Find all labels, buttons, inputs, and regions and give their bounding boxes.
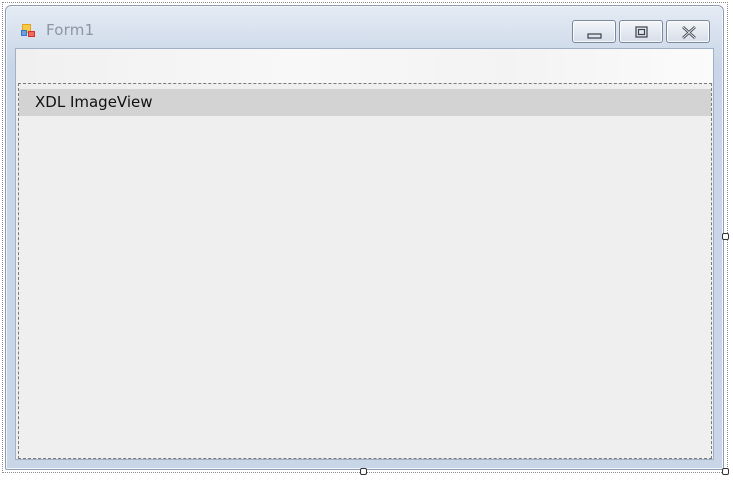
resize-handle-corner[interactable] — [722, 468, 729, 475]
close-button[interactable] — [666, 20, 710, 43]
windows-forms-icon — [21, 23, 37, 39]
xdl-imageview-control[interactable]: XDL ImageView — [18, 83, 712, 459]
resize-handle-bottom[interactable] — [360, 468, 367, 475]
form-designer-surface: Form1 XDL ImageView — [0, 0, 733, 480]
minimize-icon — [587, 33, 602, 39]
maximize-icon — [635, 26, 648, 38]
window-title: Form1 — [46, 21, 95, 39]
title-bar[interactable]: Form1 — [6, 6, 723, 48]
close-icon — [682, 26, 696, 39]
tool-strip[interactable] — [16, 49, 713, 83]
form-window[interactable]: Form1 XDL ImageView — [5, 5, 724, 470]
list-item-label: XDL ImageView — [35, 93, 153, 111]
list-item[interactable]: XDL ImageView — [19, 89, 711, 116]
form-client-area: XDL ImageView — [15, 48, 714, 460]
minimize-button[interactable] — [572, 20, 616, 43]
resize-handle-right[interactable] — [722, 233, 729, 240]
maximize-button[interactable] — [619, 20, 663, 43]
